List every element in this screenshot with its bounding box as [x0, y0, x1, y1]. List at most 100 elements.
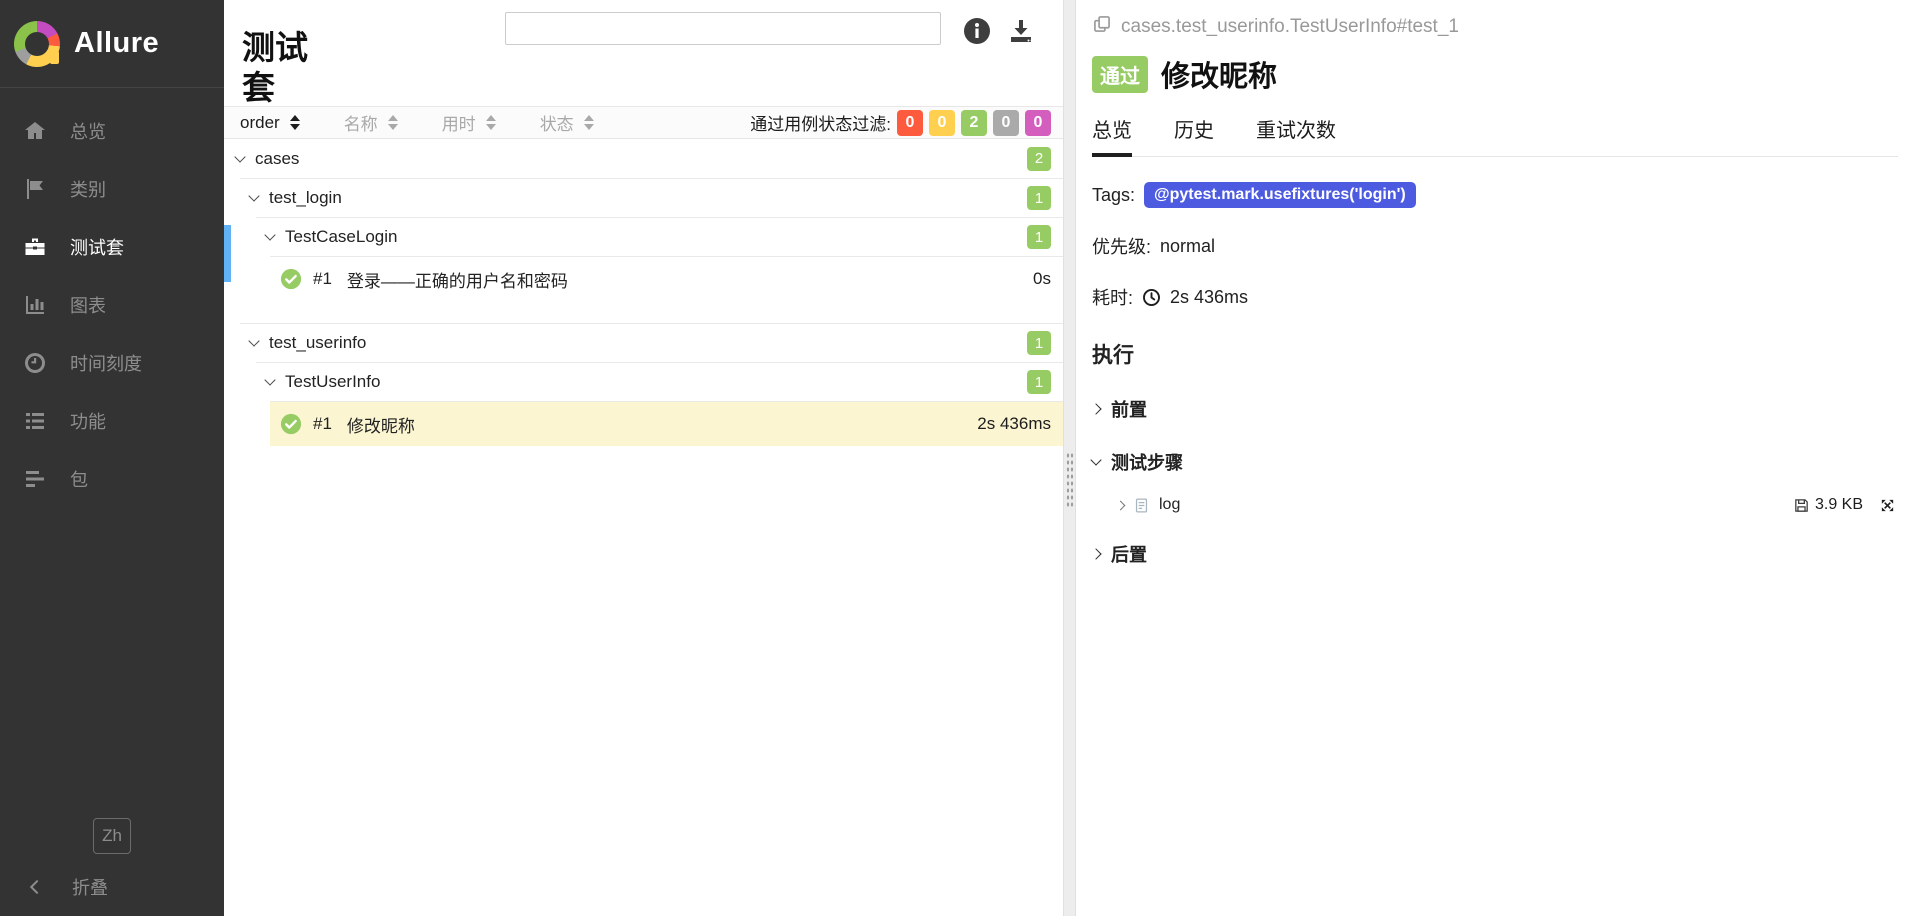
sidebar-item-overview[interactable]: 总览 — [0, 102, 224, 160]
tree-group-label: TestUserInfo — [285, 372, 380, 392]
allure-report-app: Allure 总览 类别 测试套 图表 时间刻度 — [0, 0, 1918, 916]
test-number: #1 — [313, 414, 332, 434]
test-name: 登录——正确的用户名和密码 — [347, 267, 568, 292]
attachment-size-value: 3.9 KB — [1815, 496, 1863, 514]
expand-icon[interactable] — [1879, 497, 1896, 514]
tree-group-row[interactable]: cases 2 — [224, 139, 1063, 178]
sort-label: 名称 — [344, 110, 378, 135]
test-fullname: cases.test_userinfo.TestUserInfo#test_1 — [1121, 16, 1459, 38]
chevron-right-icon — [1090, 403, 1101, 414]
brand-header: Allure — [0, 0, 224, 88]
test-steps-section[interactable]: 测试步骤 — [1092, 449, 1898, 475]
execution-heading: 执行 — [1092, 339, 1898, 369]
info-icon — [962, 34, 992, 49]
sidebar-item-label: 包 — [70, 466, 88, 492]
suitcase-icon — [22, 234, 48, 260]
sidebar-item-timeline[interactable]: 时间刻度 — [0, 334, 224, 392]
filter-passed-badge[interactable]: 2 — [961, 110, 987, 136]
sort-status[interactable]: 状态 — [540, 110, 594, 135]
tree-group-label: TestCaseLogin — [285, 227, 397, 247]
test-fullname-row: cases.test_userinfo.TestUserInfo#test_1 — [1092, 14, 1898, 40]
duration-label: 耗时: — [1092, 284, 1133, 310]
test-number: #1 — [313, 269, 332, 289]
suites-panel: 测试套 order 名称 用时 状态 — [224, 0, 1063, 916]
sidebar-item-label: 类别 — [70, 176, 106, 202]
tab-history[interactable]: 历史 — [1174, 114, 1214, 156]
clock-icon — [1142, 288, 1161, 307]
tree-group-row[interactable]: test_userinfo 1 — [240, 323, 1063, 362]
tree-leaf-row[interactable]: #1 登录——正确的用户名和密码 0s — [270, 256, 1063, 301]
sidebar-item-suites[interactable]: 测试套 — [0, 218, 224, 276]
collapse-button[interactable]: 折叠 — [0, 874, 224, 900]
severity-value: normal — [1160, 236, 1215, 257]
duration-value: 2s 436ms — [1170, 287, 1248, 308]
collapse-label: 折叠 — [72, 874, 108, 900]
tree-group-label: test_userinfo — [269, 333, 366, 353]
allure-logo-icon — [14, 21, 60, 67]
brand-name: Allure — [74, 27, 159, 60]
filter-skipped-badge[interactable]: 0 — [993, 110, 1019, 136]
test-duration: 0s — [1033, 269, 1051, 289]
sort-label: order — [240, 113, 280, 133]
teardown-label: 后置 — [1111, 541, 1147, 567]
test-title-row: 通过 修改昵称 — [1092, 53, 1898, 95]
clock-icon — [22, 350, 48, 376]
sidebar-item-categories[interactable]: 类别 — [0, 160, 224, 218]
filter-broken-badge[interactable]: 0 — [929, 110, 955, 136]
tab-overview[interactable]: 总览 — [1092, 114, 1132, 156]
sidebar-item-graphs[interactable]: 图表 — [0, 276, 224, 334]
tags-row: Tags: @pytest.mark.usefixtures('login') — [1092, 182, 1898, 208]
lines-icon — [22, 466, 48, 492]
sidebar-nav: 总览 类别 测试套 图表 时间刻度 功能 — [0, 88, 224, 508]
tree-group-row[interactable]: test_login 1 — [240, 178, 1063, 217]
tags-label: Tags: — [1092, 185, 1135, 206]
tree-group-label: cases — [255, 149, 299, 169]
severity-label: 优先级: — [1092, 233, 1151, 259]
tree-group-row[interactable]: TestUserInfo 1 — [256, 362, 1063, 401]
sidebar-item-behaviors[interactable]: 功能 — [0, 392, 224, 450]
chevron-right-icon — [1090, 548, 1101, 559]
filter-failed-badge[interactable]: 0 — [897, 110, 923, 136]
tag-badge[interactable]: @pytest.mark.usefixtures('login') — [1144, 182, 1416, 208]
save-icon — [1793, 497, 1810, 514]
sort-label: 用时 — [442, 110, 476, 135]
language-button[interactable]: Zh — [93, 818, 131, 854]
detail-tabs: 总览 历史 重试次数 — [1092, 114, 1898, 157]
tree-group-row[interactable]: TestCaseLogin 1 — [256, 217, 1063, 256]
download-icon — [1006, 34, 1036, 49]
filter-unknown-badge[interactable]: 0 — [1025, 110, 1051, 136]
search-input[interactable] — [505, 12, 941, 45]
sort-duration[interactable]: 用时 — [442, 110, 496, 135]
duration-row: 耗时: 2s 436ms — [1092, 284, 1898, 310]
setup-section[interactable]: 前置 — [1092, 396, 1898, 422]
attachment-name: log — [1159, 496, 1180, 514]
sidebar: Allure 总览 类别 测试套 图表 时间刻度 — [0, 0, 224, 916]
sort-name[interactable]: 名称 — [344, 110, 398, 135]
sort-label: 状态 — [540, 110, 574, 135]
test-steps-label: 测试步骤 — [1111, 449, 1183, 475]
bar-chart-icon — [22, 292, 48, 318]
count-badge: 1 — [1027, 186, 1051, 210]
check-circle-icon — [280, 268, 302, 290]
active-nav-indicator — [224, 225, 231, 282]
attachment-row-log[interactable]: log 3.9 KB — [1117, 496, 1898, 514]
sort-arrows-icon — [388, 115, 398, 130]
status-badge: 通过 — [1092, 56, 1148, 93]
status-filter: 通过用例状态过滤: 0 0 2 0 0 — [750, 110, 1051, 136]
severity-row: 优先级: normal — [1092, 233, 1898, 259]
sort-order[interactable]: order — [240, 113, 300, 133]
count-badge: 1 — [1027, 370, 1051, 394]
tab-retries[interactable]: 重试次数 — [1256, 114, 1336, 156]
copy-icon[interactable] — [1092, 14, 1112, 40]
sidebar-item-packages[interactable]: 包 — [0, 450, 224, 508]
info-button[interactable] — [962, 16, 992, 46]
splitter-grip-icon — [1066, 452, 1074, 508]
chevron-left-icon — [22, 874, 48, 900]
panel-splitter[interactable] — [1063, 0, 1076, 916]
download-button[interactable] — [1006, 16, 1036, 46]
teardown-section[interactable]: 后置 — [1092, 541, 1898, 567]
suites-tree: cases 2 test_login 1 TestCaseLogin 1 #1 … — [224, 139, 1063, 446]
chevron-down-icon — [248, 335, 259, 346]
tree-leaf-row-selected[interactable]: #1 修改昵称 2s 436ms — [270, 401, 1063, 446]
flag-icon — [22, 176, 48, 202]
